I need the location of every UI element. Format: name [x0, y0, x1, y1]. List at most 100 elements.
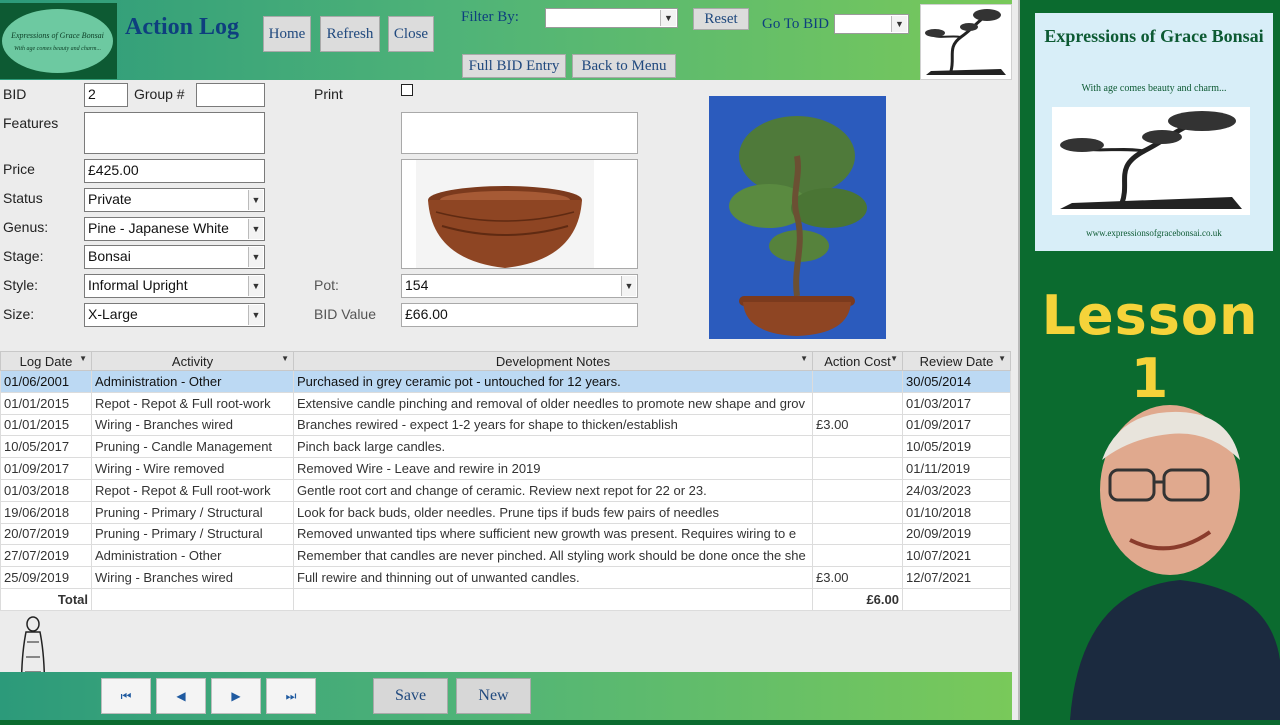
action-cost-cell[interactable]: [812, 457, 903, 480]
close-button[interactable]: Close: [388, 16, 434, 52]
stage-select[interactable]: Bonsai ▼: [84, 245, 265, 269]
log-date-cell[interactable]: 01/01/2015: [0, 391, 92, 415]
group-field[interactable]: [196, 83, 265, 107]
review-date-cell[interactable]: 01/03/2017: [902, 391, 1011, 415]
chevron-down-icon[interactable]: ▼: [248, 190, 263, 210]
chevron-down-icon[interactable]: ▼: [660, 10, 676, 26]
review-date-cell[interactable]: 12/07/2021: [902, 566, 1011, 589]
sort-dropdown-icon[interactable]: ▼: [79, 354, 87, 363]
save-button[interactable]: Save: [373, 678, 448, 714]
action-cost-cell[interactable]: £3.00: [812, 566, 903, 589]
notes-cell[interactable]: Branches rewired - expect 1-2 years for …: [293, 413, 813, 437]
next-record-button[interactable]: ▶: [211, 678, 261, 714]
notes-cell[interactable]: Remember that candles are never pinched.…: [293, 544, 813, 568]
column-header-review-date[interactable]: Review Date ▼: [902, 351, 1011, 371]
features-notes-field[interactable]: [401, 112, 638, 154]
activity-cell[interactable]: Pruning - Primary / Structural: [91, 500, 294, 524]
print-checkbox[interactable]: [401, 84, 413, 96]
sort-dropdown-icon[interactable]: ▼: [800, 354, 808, 363]
notes-cell[interactable]: Removed Wire - Leave and rewire in 2019: [293, 457, 813, 480]
table-row[interactable]: 01/01/2015 Repot - Repot & Full root-wor…: [0, 391, 1011, 415]
notes-cell[interactable]: Gentle root cort and change of ceramic. …: [293, 478, 813, 502]
sort-dropdown-icon[interactable]: ▼: [281, 354, 289, 363]
table-row[interactable]: 01/09/2017 Wiring - Wire removed Removed…: [0, 457, 1011, 480]
sort-dropdown-icon[interactable]: ▼: [998, 354, 1006, 363]
table-row[interactable]: 10/05/2017 Pruning - Candle Management P…: [0, 435, 1011, 459]
activity-cell[interactable]: Wiring - Branches wired: [91, 413, 294, 437]
table-row[interactable]: 19/06/2018 Pruning - Primary / Structura…: [0, 500, 1011, 524]
features-field[interactable]: [84, 112, 265, 154]
first-record-button[interactable]: ⏮: [101, 678, 151, 714]
action-cost-cell[interactable]: [812, 391, 903, 415]
log-date-cell[interactable]: 01/06/2001: [0, 370, 92, 393]
column-header-log-date[interactable]: Log Date ▼: [0, 351, 92, 371]
chevron-down-icon[interactable]: ▼: [248, 276, 263, 296]
log-date-cell[interactable]: 25/09/2019: [0, 566, 92, 589]
activity-cell[interactable]: Wiring - Branches wired: [91, 566, 294, 589]
log-date-cell[interactable]: 01/09/2017: [0, 457, 92, 480]
action-cost-cell[interactable]: [812, 544, 903, 568]
notes-cell[interactable]: Purchased in grey ceramic pot - untouche…: [293, 370, 813, 393]
size-select[interactable]: X-Large ▼: [84, 303, 265, 327]
filter-combo[interactable]: ▼: [545, 8, 678, 28]
activity-cell[interactable]: Administration - Other: [91, 544, 294, 568]
activity-cell[interactable]: Repot - Repot & Full root-work: [91, 391, 294, 415]
notes-cell[interactable]: Full rewire and thinning out of unwanted…: [293, 566, 813, 589]
notes-cell[interactable]: Removed unwanted tips where sufficient n…: [293, 522, 813, 546]
action-cost-cell[interactable]: £3.00: [812, 413, 903, 437]
back-to-menu-button[interactable]: Back to Menu: [572, 54, 676, 78]
pot-select[interactable]: 154 ▼: [401, 274, 638, 298]
action-cost-cell[interactable]: [812, 370, 903, 393]
table-row[interactable]: 01/03/2018 Repot - Repot & Full root-wor…: [0, 478, 1011, 502]
action-cost-cell[interactable]: [812, 478, 903, 502]
review-date-cell[interactable]: 01/10/2018: [902, 500, 1011, 524]
log-date-cell[interactable]: 27/07/2019: [0, 544, 92, 568]
previous-record-button[interactable]: ◀: [156, 678, 206, 714]
activity-cell[interactable]: Wiring - Wire removed: [91, 457, 294, 480]
home-button[interactable]: Home: [263, 16, 311, 52]
reset-button[interactable]: Reset: [693, 8, 749, 30]
notes-cell[interactable]: Extensive candle pinching and removal of…: [293, 391, 813, 415]
table-row[interactable]: 01/01/2015 Wiring - Branches wired Branc…: [0, 413, 1011, 437]
log-date-cell[interactable]: 10/05/2017: [0, 435, 92, 459]
price-field[interactable]: £425.00: [84, 159, 265, 183]
action-cost-cell[interactable]: [812, 500, 903, 524]
chevron-down-icon[interactable]: ▼: [248, 247, 263, 267]
review-date-cell[interactable]: 24/03/2023: [902, 478, 1011, 502]
table-row[interactable]: 20/07/2019 Pruning - Primary / Structura…: [0, 522, 1011, 546]
genus-select[interactable]: Pine - Japanese White ▼: [84, 217, 265, 241]
last-record-button[interactable]: ⏭: [266, 678, 316, 714]
notes-cell[interactable]: Pinch back large candles.: [293, 435, 813, 459]
chevron-down-icon[interactable]: ▼: [248, 219, 263, 239]
log-date-cell[interactable]: 20/07/2019: [0, 522, 92, 546]
column-header-activity[interactable]: Activity ▼: [91, 351, 294, 371]
review-date-cell[interactable]: 20/09/2019: [902, 522, 1011, 546]
bid-value-field[interactable]: £66.00: [401, 303, 638, 327]
review-date-cell[interactable]: 30/05/2014: [902, 370, 1011, 393]
goto-bid-combo[interactable]: ▼: [834, 14, 909, 34]
column-header-development-notes[interactable]: Development Notes ▼: [293, 351, 813, 371]
review-date-cell[interactable]: 10/07/2021: [902, 544, 1011, 568]
status-select[interactable]: Private ▼: [84, 188, 265, 212]
activity-cell[interactable]: Repot - Repot & Full root-work: [91, 478, 294, 502]
column-header-action-cost[interactable]: Action Cost ▼: [812, 351, 903, 371]
activity-cell[interactable]: Administration - Other: [91, 370, 294, 393]
chevron-down-icon[interactable]: ▼: [621, 276, 636, 296]
table-row[interactable]: 27/07/2019 Administration - Other Rememb…: [0, 544, 1011, 568]
action-cost-cell[interactable]: [812, 435, 903, 459]
activity-cell[interactable]: Pruning - Candle Management: [91, 435, 294, 459]
chevron-down-icon[interactable]: ▼: [891, 16, 907, 32]
full-bid-entry-button[interactable]: Full BID Entry: [462, 54, 566, 78]
bid-field[interactable]: 2: [84, 83, 128, 107]
activity-cell[interactable]: Pruning - Primary / Structural: [91, 522, 294, 546]
new-record-button[interactable]: New: [456, 678, 531, 714]
log-date-cell[interactable]: 19/06/2018: [0, 500, 92, 524]
review-date-cell[interactable]: 01/09/2017: [902, 413, 1011, 437]
notes-cell[interactable]: Look for back buds, older needles. Prune…: [293, 500, 813, 524]
table-row[interactable]: 25/09/2019 Wiring - Branches wired Full …: [0, 566, 1011, 589]
chevron-down-icon[interactable]: ▼: [248, 305, 263, 325]
sort-dropdown-icon[interactable]: ▼: [890, 354, 898, 363]
review-date-cell[interactable]: 10/05/2019: [902, 435, 1011, 459]
log-date-cell[interactable]: 01/01/2015: [0, 413, 92, 437]
table-row[interactable]: 01/06/2001 Administration - Other Purcha…: [0, 370, 1011, 393]
